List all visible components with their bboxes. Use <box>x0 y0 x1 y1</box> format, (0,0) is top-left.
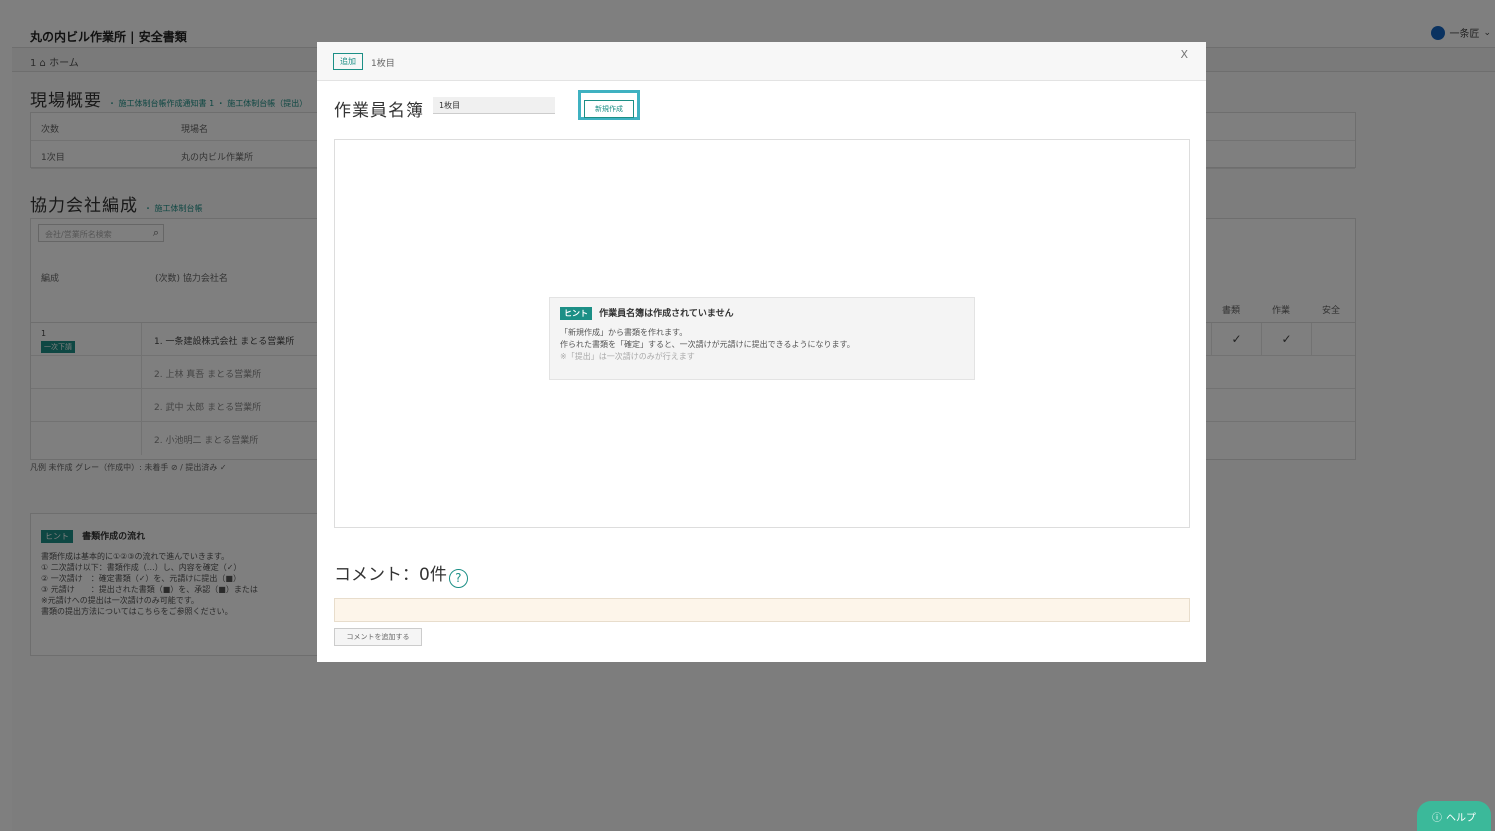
help-label: ヘルプ <box>1446 812 1476 824</box>
empty-line: 作られた書類を「確定」すると、一次請けが元請けに提出できるようになります。 <box>560 340 855 349</box>
modal-header: 追加 1枚目 X <box>317 42 1206 81</box>
empty-line: 「新規作成」から書類を作れます。 <box>560 328 688 337</box>
document-modal: 追加 1枚目 X 作業員名簿 新規作成 ヒント 作業員名簿は作成されていません … <box>317 42 1206 662</box>
add-comment-button[interactable]: コメントを追加する <box>334 628 422 646</box>
sheet-label: 1枚目 <box>371 59 395 69</box>
empty-note: ※「提出」は一次請けのみが行えます <box>560 352 695 361</box>
document-content-area: ヒント 作業員名簿は作成されていません 「新規作成」から書類を作れます。 作られ… <box>334 139 1190 528</box>
new-create-button[interactable]: 新規作成 <box>584 100 634 118</box>
add-tag: 追加 <box>333 53 363 70</box>
empty-title: 作業員名簿は作成されていません <box>599 309 734 319</box>
comment-input[interactable] <box>334 598 1190 622</box>
sheet-select[interactable] <box>433 97 555 114</box>
hint-tag: ヒント <box>560 307 592 320</box>
new-button-highlight: 新規作成 <box>578 90 640 120</box>
help-circle-icon[interactable]: ? <box>448 569 468 588</box>
document-title: 作業員名簿 <box>334 101 424 121</box>
comment-title: コメント：0件 <box>334 565 447 585</box>
close-button[interactable]: X <box>1180 48 1188 61</box>
help-button[interactable]: ⓘ ヘルプ <box>1417 801 1491 831</box>
help-icon: ⓘ <box>1432 812 1442 824</box>
comment-heading: コメント：0件? <box>334 560 468 588</box>
empty-state-hint: ヒント 作業員名簿は作成されていません 「新規作成」から書類を作れます。 作られ… <box>549 297 975 380</box>
